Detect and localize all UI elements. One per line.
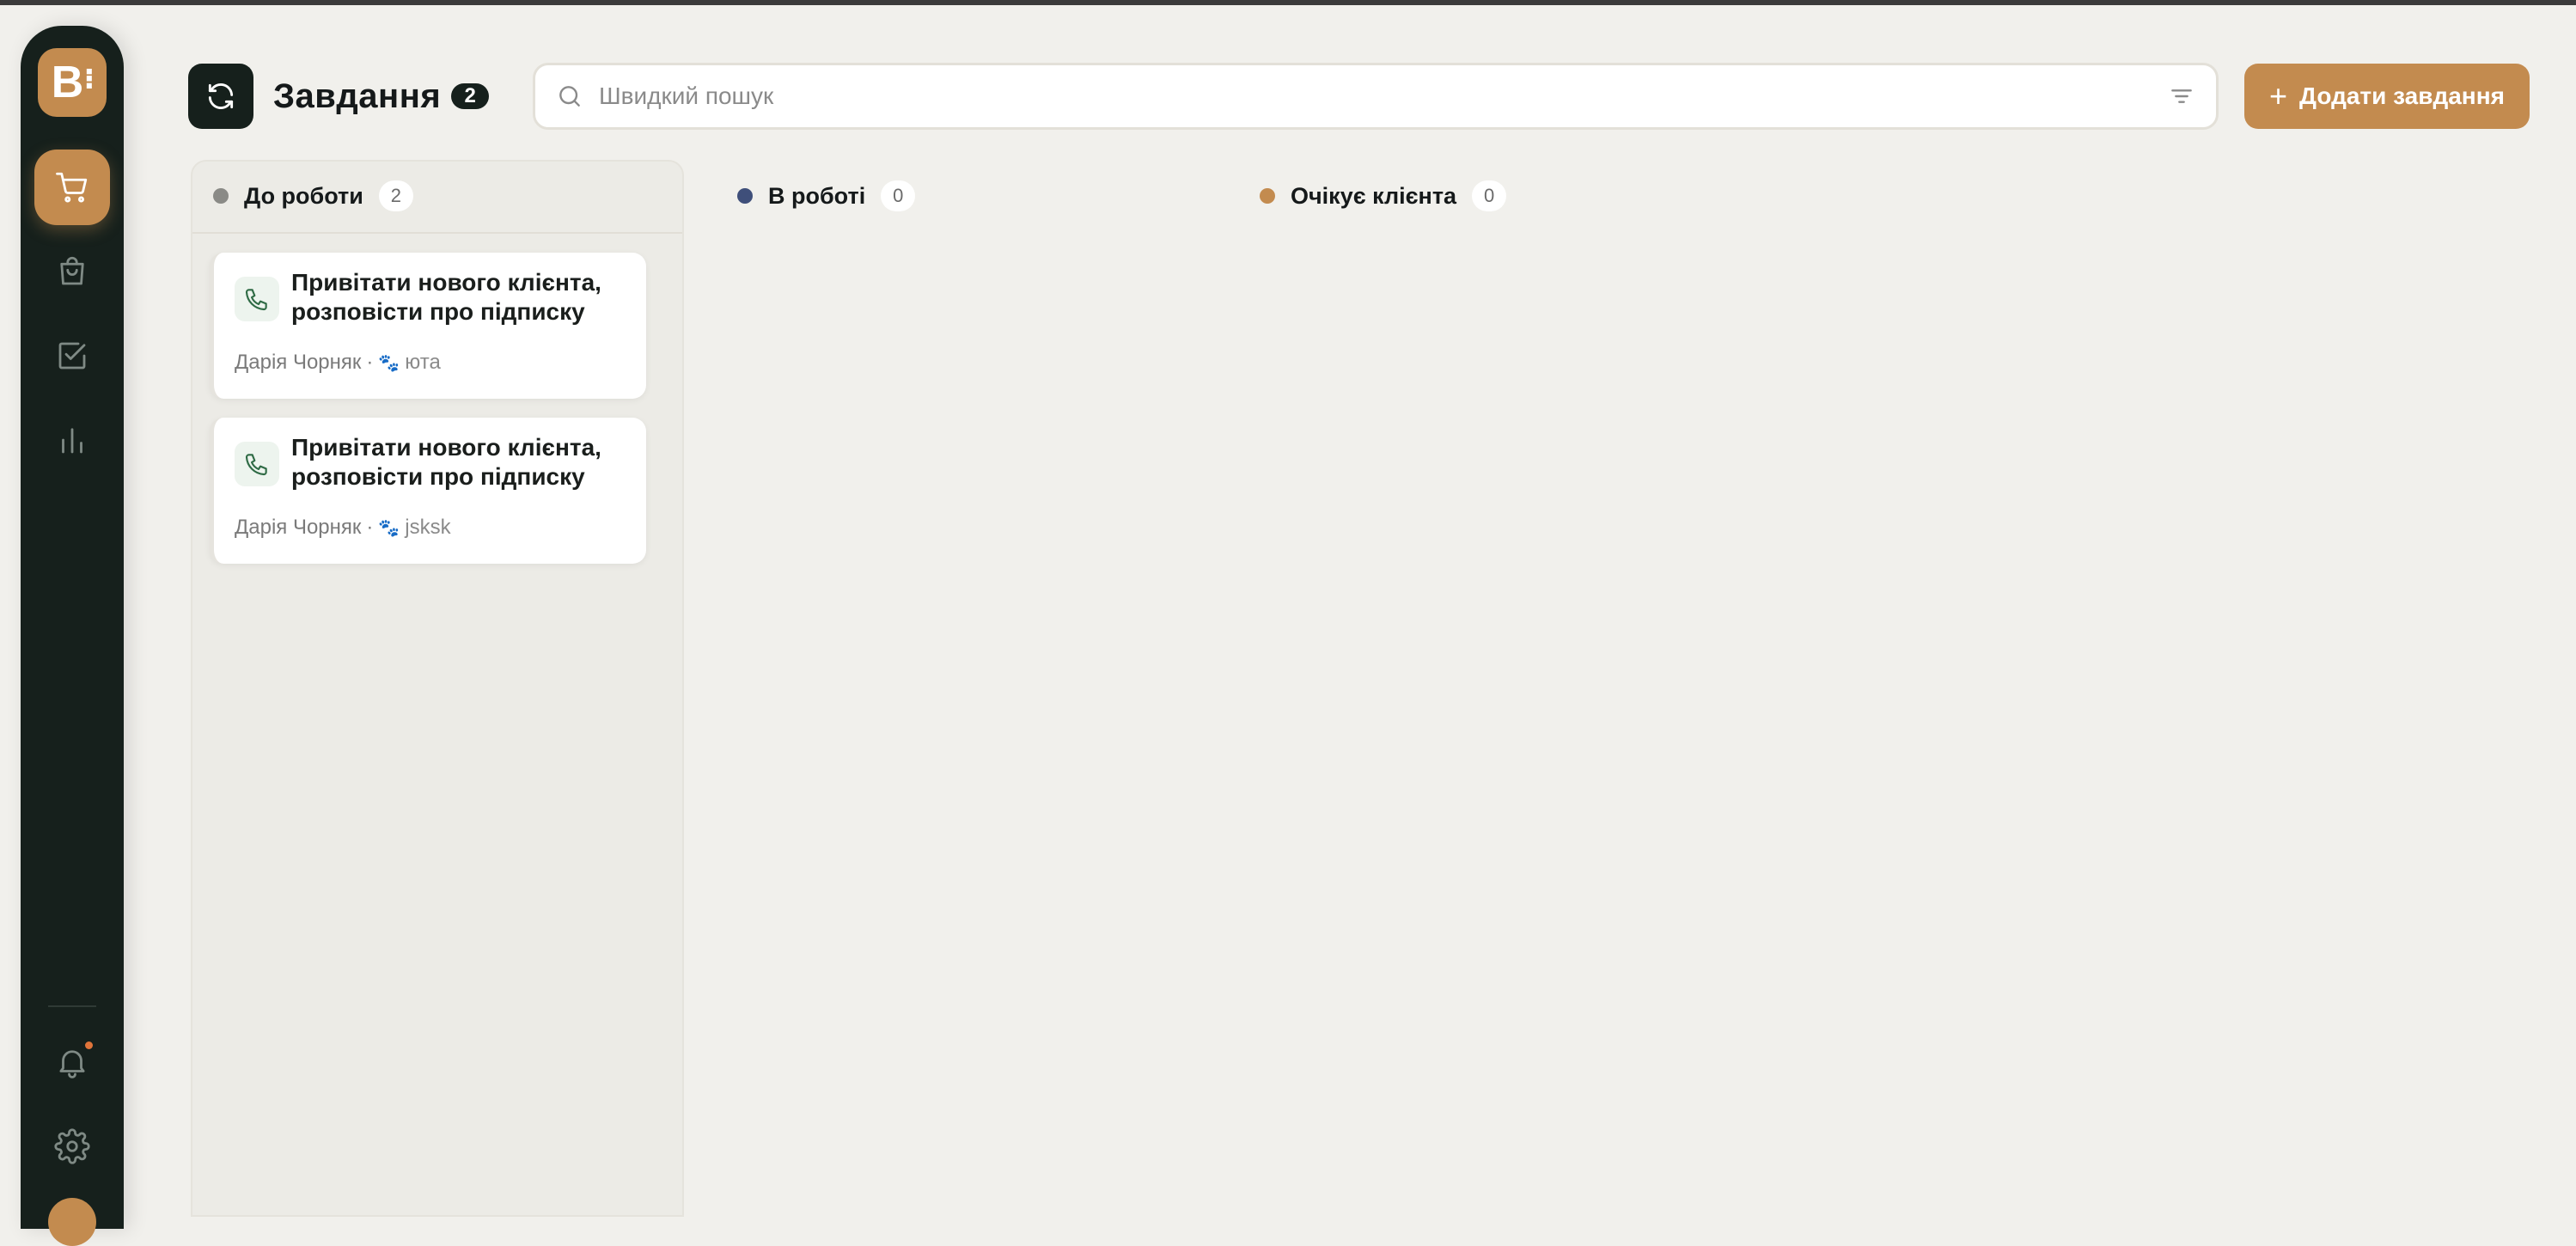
task-assignee: Дарія Чорняк bbox=[235, 351, 362, 374]
column-header-divider bbox=[192, 232, 682, 234]
sidebar-item-orders[interactable] bbox=[34, 150, 110, 225]
column-count-badge: 0 bbox=[881, 180, 916, 211]
filter-icon[interactable] bbox=[2168, 82, 2195, 110]
column-title: В роботі bbox=[768, 182, 866, 209]
task-meta: Дарія Чорняк · 🐾 юта bbox=[235, 351, 441, 375]
logo-letter: B bbox=[51, 58, 84, 107]
refresh-icon bbox=[208, 82, 234, 110]
card-icon bbox=[235, 277, 279, 321]
page-title: Завдання 2 bbox=[273, 70, 490, 122]
add-task-label: Додати завдання bbox=[2299, 82, 2505, 109]
task-card[interactable]: Привітати нового клієнта, розповісти про… bbox=[210, 418, 646, 564]
page-title-text: Завдання bbox=[273, 76, 442, 115]
column-header-awaiting-client[interactable]: Очікує клієнта 0 bbox=[1260, 177, 1507, 215]
bar-chart-icon bbox=[62, 428, 82, 454]
refresh-button[interactable] bbox=[188, 64, 253, 129]
status-dot bbox=[737, 188, 753, 204]
bag-icon bbox=[60, 256, 84, 285]
sidebar-item-products[interactable] bbox=[34, 234, 110, 309]
status-dot bbox=[213, 188, 229, 204]
phone-icon bbox=[245, 289, 267, 311]
task-pet-name: юта bbox=[405, 351, 441, 374]
sidebar-divider bbox=[48, 1005, 96, 1007]
window-top-border bbox=[0, 0, 2576, 5]
add-task-button[interactable]: + Додати завдання bbox=[2244, 64, 2530, 129]
search-bar[interactable] bbox=[533, 63, 2219, 130]
search-icon bbox=[559, 86, 580, 107]
paw-icon: 🐾 bbox=[378, 353, 400, 373]
meta-separator: · bbox=[366, 516, 374, 539]
task-card[interactable]: Привітати нового клієнта, розповісти про… bbox=[210, 253, 646, 399]
notification-dot bbox=[85, 1041, 93, 1049]
task-title: Привітати нового клієнта, розповісти про… bbox=[291, 269, 601, 325]
task-meta: Дарія Чорняк · 🐾 jsksk bbox=[235, 516, 451, 540]
meta-separator: · bbox=[366, 351, 374, 374]
app-logo[interactable]: B ⁝ bbox=[38, 48, 107, 117]
task-title: Привітати нового клієнта, розповісти про… bbox=[291, 434, 601, 490]
logo-dots: ⁝ bbox=[83, 63, 95, 95]
status-dot bbox=[1260, 188, 1275, 204]
task-assignee: Дарія Чорняк bbox=[235, 516, 362, 539]
sidebar-item-analytics[interactable] bbox=[34, 402, 110, 478]
checkbox-icon bbox=[58, 342, 86, 370]
avatar[interactable] bbox=[48, 1198, 96, 1246]
sidebar-item-settings[interactable] bbox=[34, 1109, 110, 1184]
column-count-badge: 0 bbox=[1472, 180, 1507, 211]
plus-icon: + bbox=[2269, 78, 2288, 113]
phone-icon bbox=[245, 454, 267, 476]
column-header-in-progress[interactable]: В роботі 0 bbox=[737, 177, 916, 215]
card-icon bbox=[235, 442, 279, 486]
sidebar-item-notifications[interactable] bbox=[34, 1024, 110, 1100]
column-count-badge: 2 bbox=[378, 180, 413, 211]
paw-icon: 🐾 bbox=[378, 518, 400, 538]
search-input[interactable] bbox=[599, 82, 2168, 110]
sidebar-item-tasks[interactable] bbox=[34, 318, 110, 394]
cart-icon bbox=[56, 172, 88, 203]
gear-icon bbox=[54, 1128, 90, 1164]
bell-icon bbox=[59, 1050, 85, 1078]
sidebar: B ⁝ bbox=[21, 26, 124, 1246]
column-title: Очікує клієнта bbox=[1291, 182, 1457, 209]
column-header-todo[interactable]: До роботи 2 bbox=[213, 177, 413, 215]
task-count-badge: 2 bbox=[451, 83, 490, 109]
task-pet-name: jsksk bbox=[405, 516, 451, 539]
column-title: До роботи bbox=[244, 182, 363, 209]
